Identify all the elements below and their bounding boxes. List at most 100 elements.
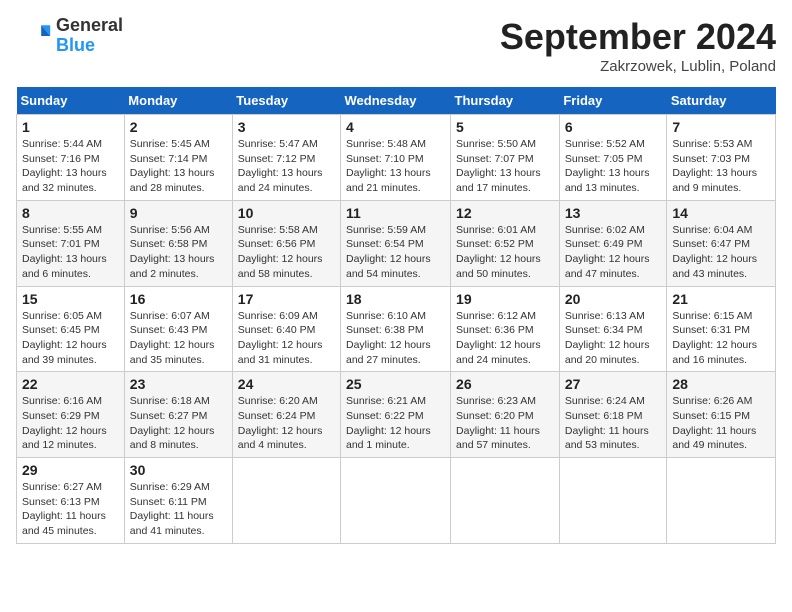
weekday-header-tuesday: Tuesday bbox=[232, 87, 340, 115]
day-number: 5 bbox=[456, 119, 554, 135]
day-number: 11 bbox=[346, 205, 445, 221]
day-detail: Sunrise: 6:07 AM Sunset: 6:43 PM Dayligh… bbox=[130, 309, 227, 368]
calendar-day-cell: 26 Sunrise: 6:23 AM Sunset: 6:20 PM Dayli… bbox=[451, 372, 560, 458]
calendar-week-row: 1Sunrise: 5:44 AM Sunset: 7:16 PM Daylig… bbox=[17, 115, 776, 201]
calendar-day-cell: 22 Sunrise: 6:16 AM Sunset: 6:29 PM Dayli… bbox=[17, 372, 125, 458]
day-number: 23 bbox=[130, 376, 227, 392]
calendar-day-cell: 9 Sunrise: 5:56 AM Sunset: 6:58 PM Daylig… bbox=[124, 200, 232, 286]
calendar-day-cell bbox=[667, 458, 776, 544]
calendar-day-cell: 8Sunrise: 5:55 AM Sunset: 7:01 PM Daylig… bbox=[17, 200, 125, 286]
day-detail: Sunrise: 5:56 AM Sunset: 6:58 PM Dayligh… bbox=[130, 223, 227, 282]
day-detail: Sunrise: 5:45 AM Sunset: 7:14 PM Dayligh… bbox=[130, 137, 227, 196]
day-number: 22 bbox=[22, 376, 119, 392]
calendar-day-cell bbox=[451, 458, 560, 544]
day-number: 1 bbox=[22, 119, 119, 135]
day-number: 4 bbox=[346, 119, 445, 135]
calendar-day-cell: 24Sunrise: 6:20 AM Sunset: 6:24 PM Dayli… bbox=[232, 372, 340, 458]
title-block: September 2024 Zakrzowek, Lublin, Poland bbox=[500, 16, 776, 75]
day-detail: Sunrise: 5:48 AM Sunset: 7:10 PM Dayligh… bbox=[346, 137, 445, 196]
calendar-day-cell: 17 Sunrise: 6:09 AM Sunset: 6:40 PM Dayli… bbox=[232, 286, 340, 372]
day-detail: Sunrise: 6:04 AM Sunset: 6:47 PM Dayligh… bbox=[672, 223, 770, 282]
calendar-day-cell: 11 Sunrise: 5:59 AM Sunset: 6:54 PM Dayli… bbox=[341, 200, 451, 286]
weekday-header-row: SundayMondayTuesdayWednesdayThursdayFrid… bbox=[17, 87, 776, 115]
logo-line1: General bbox=[56, 16, 123, 36]
calendar-week-row: 29Sunrise: 6:27 AM Sunset: 6:13 PM Dayli… bbox=[17, 458, 776, 544]
day-number: 17 bbox=[238, 291, 335, 307]
day-detail: Sunrise: 6:15 AM Sunset: 6:31 PM Dayligh… bbox=[672, 309, 770, 368]
day-number: 26 bbox=[456, 376, 554, 392]
calendar-day-cell: 30Sunrise: 6:29 AM Sunset: 6:11 PM Dayli… bbox=[124, 458, 232, 544]
calendar-day-cell: 19Sunrise: 6:12 AM Sunset: 6:36 PM Dayli… bbox=[451, 286, 560, 372]
calendar-title: September 2024 bbox=[500, 16, 776, 58]
day-number: 9 bbox=[130, 205, 227, 221]
calendar-week-row: 22 Sunrise: 6:16 AM Sunset: 6:29 PM Dayli… bbox=[17, 372, 776, 458]
weekday-header-sunday: Sunday bbox=[17, 87, 125, 115]
day-detail: Sunrise: 6:23 AM Sunset: 6:20 PM Dayligh… bbox=[456, 394, 554, 453]
day-detail: Sunrise: 6:20 AM Sunset: 6:24 PM Dayligh… bbox=[238, 394, 335, 453]
calendar-day-cell: 23 Sunrise: 6:18 AM Sunset: 6:27 PM Dayli… bbox=[124, 372, 232, 458]
calendar-day-cell bbox=[559, 458, 667, 544]
day-detail: Sunrise: 6:24 AM Sunset: 6:18 PM Dayligh… bbox=[565, 394, 662, 453]
day-number: 6 bbox=[565, 119, 662, 135]
calendar-day-cell: 3Sunrise: 5:47 AM Sunset: 7:12 PM Daylig… bbox=[232, 115, 340, 201]
day-detail: Sunrise: 6:26 AM Sunset: 6:15 PM Dayligh… bbox=[672, 394, 770, 453]
calendar-day-cell: 21 Sunrise: 6:15 AM Sunset: 6:31 PM Dayli… bbox=[667, 286, 776, 372]
day-number: 19 bbox=[456, 291, 554, 307]
calendar-day-cell: 29Sunrise: 6:27 AM Sunset: 6:13 PM Dayli… bbox=[17, 458, 125, 544]
day-number: 7 bbox=[672, 119, 770, 135]
calendar-day-cell bbox=[232, 458, 340, 544]
calendar-day-cell: 10 Sunrise: 5:58 AM Sunset: 6:56 PM Dayli… bbox=[232, 200, 340, 286]
logo-icon bbox=[16, 18, 52, 54]
day-number: 27 bbox=[565, 376, 662, 392]
calendar-day-cell: 20Sunrise: 6:13 AM Sunset: 6:34 PM Dayli… bbox=[559, 286, 667, 372]
calendar-day-cell: 18Sunrise: 6:10 AM Sunset: 6:38 PM Dayli… bbox=[341, 286, 451, 372]
calendar-day-cell: 14 Sunrise: 6:04 AM Sunset: 6:47 PM Dayli… bbox=[667, 200, 776, 286]
calendar-table: SundayMondayTuesdayWednesdayThursdayFrid… bbox=[16, 87, 776, 544]
calendar-day-cell: 2 Sunrise: 5:45 AM Sunset: 7:14 PM Daylig… bbox=[124, 115, 232, 201]
calendar-day-cell: 6 Sunrise: 5:52 AM Sunset: 7:05 PM Daylig… bbox=[559, 115, 667, 201]
day-number: 20 bbox=[565, 291, 662, 307]
calendar-day-cell: 27 Sunrise: 6:24 AM Sunset: 6:18 PM Dayli… bbox=[559, 372, 667, 458]
calendar-subtitle: Zakrzowek, Lublin, Poland bbox=[500, 58, 776, 75]
calendar-week-row: 8Sunrise: 5:55 AM Sunset: 7:01 PM Daylig… bbox=[17, 200, 776, 286]
day-detail: Sunrise: 5:58 AM Sunset: 6:56 PM Dayligh… bbox=[238, 223, 335, 282]
day-detail: Sunrise: 6:29 AM Sunset: 6:11 PM Dayligh… bbox=[130, 480, 227, 539]
day-detail: Sunrise: 5:50 AM Sunset: 7:07 PM Dayligh… bbox=[456, 137, 554, 196]
day-number: 15 bbox=[22, 291, 119, 307]
day-detail: Sunrise: 6:02 AM Sunset: 6:49 PM Dayligh… bbox=[565, 223, 662, 282]
calendar-day-cell: 5 Sunrise: 5:50 AM Sunset: 7:07 PM Daylig… bbox=[451, 115, 560, 201]
calendar-week-row: 15Sunrise: 6:05 AM Sunset: 6:45 PM Dayli… bbox=[17, 286, 776, 372]
day-number: 18 bbox=[346, 291, 445, 307]
day-detail: Sunrise: 6:16 AM Sunset: 6:29 PM Dayligh… bbox=[22, 394, 119, 453]
day-number: 28 bbox=[672, 376, 770, 392]
day-detail: Sunrise: 6:01 AM Sunset: 6:52 PM Dayligh… bbox=[456, 223, 554, 282]
day-detail: Sunrise: 6:18 AM Sunset: 6:27 PM Dayligh… bbox=[130, 394, 227, 453]
weekday-header-thursday: Thursday bbox=[451, 87, 560, 115]
weekday-header-wednesday: Wednesday bbox=[341, 87, 451, 115]
calendar-day-cell: 28 Sunrise: 6:26 AM Sunset: 6:15 PM Dayli… bbox=[667, 372, 776, 458]
calendar-day-cell: 25 Sunrise: 6:21 AM Sunset: 6:22 PM Dayli… bbox=[341, 372, 451, 458]
day-detail: Sunrise: 5:52 AM Sunset: 7:05 PM Dayligh… bbox=[565, 137, 662, 196]
calendar-day-cell: 12Sunrise: 6:01 AM Sunset: 6:52 PM Dayli… bbox=[451, 200, 560, 286]
day-number: 25 bbox=[346, 376, 445, 392]
day-detail: Sunrise: 5:53 AM Sunset: 7:03 PM Dayligh… bbox=[672, 137, 770, 196]
day-number: 14 bbox=[672, 205, 770, 221]
logo: General Blue bbox=[16, 16, 123, 56]
calendar-day-cell: 15Sunrise: 6:05 AM Sunset: 6:45 PM Dayli… bbox=[17, 286, 125, 372]
day-number: 8 bbox=[22, 205, 119, 221]
day-number: 16 bbox=[130, 291, 227, 307]
weekday-header-friday: Friday bbox=[559, 87, 667, 115]
calendar-day-cell: 1Sunrise: 5:44 AM Sunset: 7:16 PM Daylig… bbox=[17, 115, 125, 201]
day-detail: Sunrise: 5:59 AM Sunset: 6:54 PM Dayligh… bbox=[346, 223, 445, 282]
day-number: 10 bbox=[238, 205, 335, 221]
day-detail: Sunrise: 6:09 AM Sunset: 6:40 PM Dayligh… bbox=[238, 309, 335, 368]
calendar-day-cell: 13Sunrise: 6:02 AM Sunset: 6:49 PM Dayli… bbox=[559, 200, 667, 286]
calendar-day-cell: 4 Sunrise: 5:48 AM Sunset: 7:10 PM Daylig… bbox=[341, 115, 451, 201]
day-number: 2 bbox=[130, 119, 227, 135]
day-number: 3 bbox=[238, 119, 335, 135]
logo-line2: Blue bbox=[56, 36, 123, 56]
page-header: General Blue September 2024 Zakrzowek, L… bbox=[16, 16, 776, 75]
day-detail: Sunrise: 6:21 AM Sunset: 6:22 PM Dayligh… bbox=[346, 394, 445, 453]
calendar-day-cell: 16 Sunrise: 6:07 AM Sunset: 6:43 PM Dayli… bbox=[124, 286, 232, 372]
day-number: 21 bbox=[672, 291, 770, 307]
